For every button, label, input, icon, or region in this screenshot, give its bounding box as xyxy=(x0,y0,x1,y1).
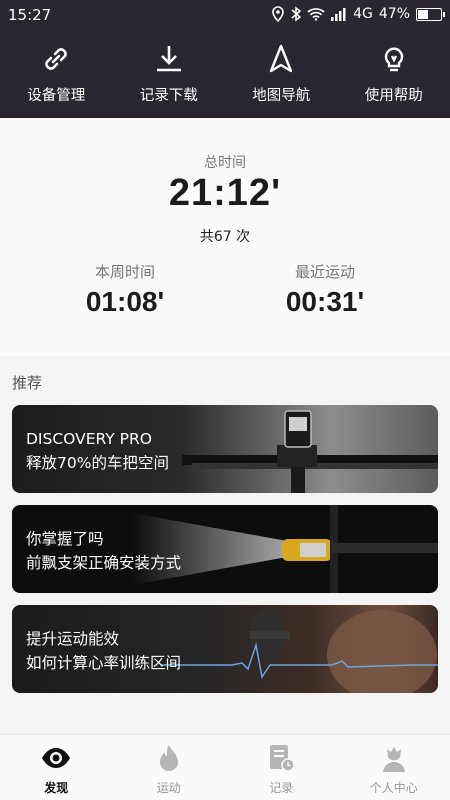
nav-label: 记录下载 xyxy=(139,88,198,104)
recent-exercise-value: 00:31' xyxy=(285,286,365,317)
flame-icon xyxy=(159,745,178,771)
recommend-card-heart-rate[interactable]: 提升运动能效 如何计算心率训练区间 xyxy=(12,605,438,693)
wifi-icon xyxy=(307,8,325,21)
signal-icon xyxy=(331,7,346,21)
top-nav: 设备管理 记录下载 地图导航 使用帮助 xyxy=(0,32,450,118)
download-icon xyxy=(156,46,181,72)
tab-records[interactable]: 记录 xyxy=(225,735,338,800)
card-text: DISCOVERY PRO 释放70%的车把空间 xyxy=(26,427,169,475)
tab-label: 记录 xyxy=(269,781,294,795)
tab-label: 运动 xyxy=(156,781,181,795)
nav-map-navigation[interactable]: 地图导航 xyxy=(225,32,338,118)
week-time-value: 01:08' xyxy=(85,286,165,317)
tab-profile[interactable]: 个人中心 xyxy=(338,735,450,800)
nav-help[interactable]: 使用帮助 xyxy=(338,32,450,118)
link-icon xyxy=(45,48,67,70)
recent-exercise-block: 最近运动 00:31' xyxy=(225,261,425,318)
nav-label: 地图导航 xyxy=(252,88,311,104)
card-line1: 你掌握了吗 xyxy=(26,530,104,548)
card-line1: 提升运动能效 xyxy=(26,630,120,648)
nav-record-download[interactable]: 记录下载 xyxy=(113,32,226,118)
total-count: 共67 次 xyxy=(199,229,251,245)
card-line1: DISCOVERY PRO xyxy=(26,430,152,448)
nav-label: 设备管理 xyxy=(27,88,86,104)
tab-label: 个人中心 xyxy=(369,781,418,795)
recommend-card-discovery-pro[interactable]: DISCOVERY PRO 释放70%的车把空间 xyxy=(12,405,438,493)
lightbulb-icon xyxy=(384,47,403,72)
week-time-block: 本周时间 01:08' xyxy=(25,261,225,318)
recommend-card-mount-install[interactable]: 你掌握了吗 前飘支架正确安装方式 xyxy=(12,505,438,593)
card-text: 你掌握了吗 前飘支架正确安装方式 xyxy=(26,527,181,575)
bottom-tab-bar: 发现 运动 记录 个人中心 xyxy=(0,734,450,800)
status-icons: 4G 47% xyxy=(271,6,445,22)
card-line2: 释放70%的车把空间 xyxy=(26,454,169,472)
record-list-icon xyxy=(270,745,295,772)
person-icon xyxy=(382,747,405,772)
nav-label: 使用帮助 xyxy=(364,88,423,104)
tab-label: 发现 xyxy=(44,781,69,795)
card-line2: 前飘支架正确安装方式 xyxy=(26,554,182,572)
total-time-label: 总时间 xyxy=(204,155,246,171)
network-type: 4G xyxy=(353,6,373,22)
location-icon xyxy=(272,6,284,22)
card-text: 提升运动能效 如何计算心率训练区间 xyxy=(26,627,181,675)
stats-panel: 总时间 21:12' 共67 次 本周时间 01:08' 最近运动 00:31' xyxy=(0,118,450,356)
recommend-title: 推荐 xyxy=(12,374,43,392)
status-time: 15:27 xyxy=(8,6,52,24)
status-bar: 15:27 4G 47% xyxy=(0,0,450,32)
tab-discover[interactable]: 发现 xyxy=(0,735,113,800)
eye-icon xyxy=(42,748,71,768)
total-time-value: 21:12' xyxy=(168,172,282,214)
navigation-icon xyxy=(270,44,293,73)
bluetooth-icon xyxy=(291,6,302,22)
week-time-label: 本周时间 xyxy=(94,263,155,281)
tab-exercise[interactable]: 运动 xyxy=(113,735,226,800)
battery-percent: 47% xyxy=(378,6,410,22)
recent-exercise-label: 最近运动 xyxy=(294,263,355,281)
battery-icon xyxy=(416,7,445,21)
nav-device-management[interactable]: 设备管理 xyxy=(0,32,113,118)
card-line2: 如何计算心率训练区间 xyxy=(26,654,182,672)
